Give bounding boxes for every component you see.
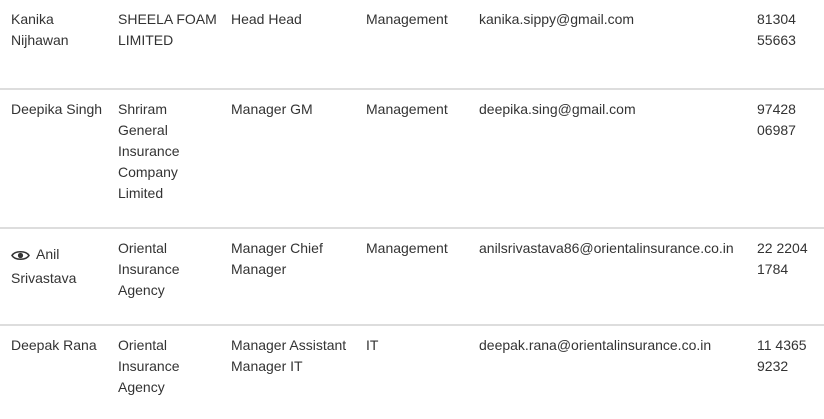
contacts-table: Kanika Nijhawan SHEELA FOAM LIMITED Head… [0,0,824,419]
contact-phone: 22 2204 1784 [757,238,819,280]
contact-phone-part: 1784 [757,261,789,277]
contact-department: IT [366,337,379,353]
contact-email: anilsrivastava86@orientalinsurance.co.in [479,240,734,256]
contact-designation: Manager Chief Manager [231,240,323,277]
contact-phone: 97428 06987 [757,99,819,141]
contact-name: Kanika Nijhawan [11,11,69,48]
contact-designation: Manager GM [231,101,313,117]
contact-designation: Manager Assistant Manager IT [231,337,347,374]
contact-email: deepika.sing@gmail.com [479,101,636,117]
contact-phone-part: 97428 [757,101,796,117]
contact-company: Shriram General Insurance Company Limite… [118,101,180,201]
contact-company: SHEELA FOAM LIMITED [118,11,217,48]
contact-department: Management [366,240,448,256]
contact-designation: Head Head [231,11,302,27]
table-row[interactable]: Kanika Nijhawan SHEELA FOAM LIMITED Head… [0,0,824,90]
contact-phone-part: 81304 [757,11,796,27]
contact-phone-part: 11 4365 [757,337,807,353]
contact-department: Management [366,101,448,117]
contact-phone: 81304 55663 [757,9,819,51]
contact-email: kanika.sippy@gmail.com [479,11,635,27]
contact-department: Management [366,11,448,27]
contact-company: Oriental Insurance Agency [118,240,180,298]
contact-phone-part: 55663 [757,32,796,48]
contact-name: Deepak Rana [11,337,97,353]
contact-company: Oriental Insurance Agency [118,337,180,395]
table-row[interactable]: Deepika Singh Shriram General Insurance … [0,90,824,229]
contact-phone-part: 06987 [757,122,796,138]
contact-email: deepak.rana@orientalinsurance.co.in [479,337,712,353]
table-row[interactable]: Deepak Rana Oriental Insurance Agency Ma… [0,326,824,419]
table-row[interactable]: Anil Srivastava Oriental Insurance Agenc… [0,229,824,326]
eye-icon[interactable] [11,247,30,268]
contact-name-cell: Anil Srivastava [11,244,106,289]
contact-phone-part: 22 2204 [757,240,808,256]
contact-phone-part: 9232 [757,358,789,374]
contact-name: Deepika Singh [11,101,103,117]
contact-phone: 11 4365 9232 [757,335,819,377]
